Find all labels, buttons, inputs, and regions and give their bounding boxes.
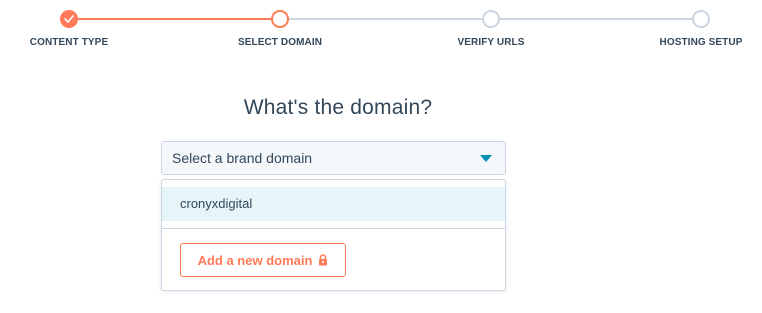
step-node-select-domain bbox=[271, 10, 289, 28]
stepper-track-complete bbox=[69, 18, 280, 20]
step-label-hosting-setup: HOSTING SETUP bbox=[659, 37, 743, 48]
add-new-domain-label: Add a new domain bbox=[197, 252, 313, 268]
domain-setup-page: CONTENT TYPE SELECT DOMAIN VERIFY URLS H… bbox=[0, 0, 762, 313]
step-node-hosting-setup bbox=[692, 10, 710, 28]
step-label-verify-urls: VERIFY URLS bbox=[457, 37, 525, 48]
step-node-verify-urls bbox=[482, 10, 500, 28]
dropdown-divider bbox=[162, 228, 505, 229]
dropdown-option-label: cronyxdigital bbox=[180, 196, 253, 211]
brand-domain-select[interactable]: Select a brand domain bbox=[161, 141, 506, 175]
dropdown-option-cronyxdigital[interactable]: cronyxdigital bbox=[162, 187, 505, 221]
lock-icon bbox=[318, 254, 328, 266]
caret-down-icon bbox=[480, 155, 492, 162]
page-title: What's the domain? bbox=[243, 96, 433, 119]
step-label-content-type: CONTENT TYPE bbox=[29, 37, 109, 48]
select-value: Select a brand domain bbox=[172, 150, 313, 166]
checkmark-icon bbox=[64, 15, 74, 23]
domain-dropdown-menu: cronyxdigital Add a new domain bbox=[161, 179, 506, 291]
step-label-select-domain: SELECT DOMAIN bbox=[237, 37, 323, 48]
step-node-content-type bbox=[60, 10, 78, 28]
progress-stepper: CONTENT TYPE SELECT DOMAIN VERIFY URLS H… bbox=[0, 0, 762, 60]
add-new-domain-button[interactable]: Add a new domain bbox=[180, 243, 346, 277]
